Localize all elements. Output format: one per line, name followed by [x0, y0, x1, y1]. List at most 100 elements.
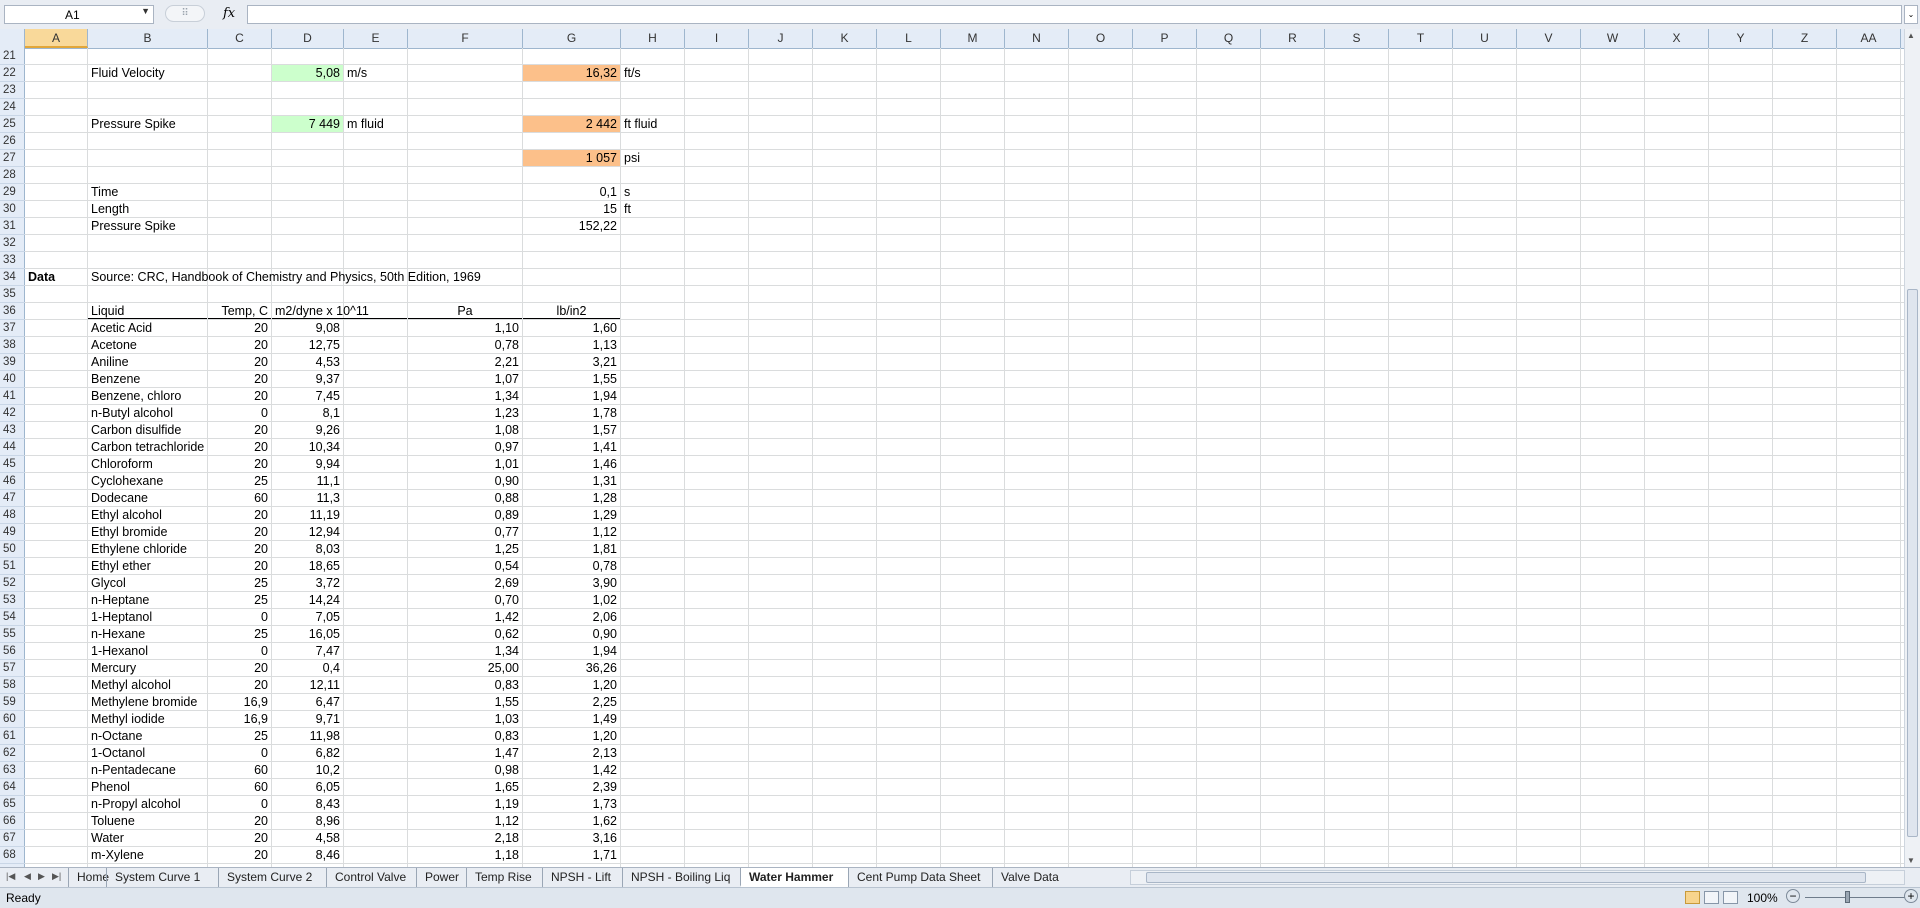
page-break-view-button[interactable]	[1723, 891, 1738, 904]
column-header-e[interactable]: E	[344, 29, 408, 48]
column-header-d[interactable]: D	[272, 29, 344, 48]
column-header-c[interactable]: C	[208, 29, 272, 48]
row-header-45[interactable]: 45	[0, 456, 25, 473]
sheet-tab-control-valve[interactable]: Control Valve	[326, 868, 416, 887]
sheet-tab-system-curve-1[interactable]: System Curve 1	[106, 868, 218, 887]
zoom-slider-handle[interactable]	[1845, 891, 1850, 903]
row-header-24[interactable]: 24	[0, 99, 25, 116]
row-header-23[interactable]: 23	[0, 82, 25, 99]
row-header-37[interactable]: 37	[0, 320, 25, 337]
column-header-z[interactable]: Z	[1773, 29, 1837, 48]
select-all-corner[interactable]	[0, 29, 25, 48]
vertical-scrollbar[interactable]: ▲ ▼	[1904, 29, 1920, 867]
normal-view-button[interactable]	[1685, 891, 1700, 904]
row-header-50[interactable]: 50	[0, 541, 25, 558]
column-header-aa[interactable]: AA	[1837, 29, 1901, 48]
column-header-k[interactable]: K	[813, 29, 877, 48]
row-header-49[interactable]: 49	[0, 524, 25, 541]
vertical-scroll-thumb[interactable]	[1907, 289, 1918, 837]
row-header-55[interactable]: 55	[0, 626, 25, 643]
column-header-b[interactable]: B	[88, 29, 208, 48]
sheet-tab-system-curve-2[interactable]: System Curve 2	[218, 868, 326, 887]
column-header-u[interactable]: U	[1453, 29, 1517, 48]
row-header-51[interactable]: 51	[0, 558, 25, 575]
column-header-l[interactable]: L	[877, 29, 941, 48]
row-header-48[interactable]: 48	[0, 507, 25, 524]
row-header-59[interactable]: 59	[0, 694, 25, 711]
column-header-i[interactable]: I	[685, 29, 749, 48]
row-header-54[interactable]: 54	[0, 609, 25, 626]
row-header-21[interactable]: 21	[0, 48, 25, 65]
column-header-t[interactable]: T	[1389, 29, 1453, 48]
column-header-w[interactable]: W	[1581, 29, 1645, 48]
row-header-38[interactable]: 38	[0, 337, 25, 354]
row-header-58[interactable]: 58	[0, 677, 25, 694]
zoom-out-button[interactable]: −	[1786, 889, 1800, 903]
column-header-x[interactable]: X	[1645, 29, 1709, 48]
row-header-33[interactable]: 33	[0, 252, 25, 269]
cell-area[interactable]: Fluid Velocity 5,08 m/s 16,32 ft/s Pressure S…	[25, 48, 1904, 867]
sheet-tab-cent-pump-data-sheet[interactable]: Cent Pump Data Sheet	[848, 868, 992, 887]
row-header-29[interactable]: 29	[0, 184, 25, 201]
row-header-25[interactable]: 25	[0, 116, 25, 133]
row-header-32[interactable]: 32	[0, 235, 25, 252]
column-header-j[interactable]: J	[749, 29, 813, 48]
zoom-slider[interactable]	[1805, 897, 1905, 898]
prev-sheet-icon[interactable]: ◀	[24, 871, 31, 882]
last-sheet-icon[interactable]: ▶|	[52, 871, 61, 882]
row-header-43[interactable]: 43	[0, 422, 25, 439]
row-header-30[interactable]: 30	[0, 201, 25, 218]
horizontal-scroll-thumb[interactable]	[1146, 872, 1866, 883]
horizontal-scrollbar[interactable]	[1130, 870, 1905, 885]
row-header-61[interactable]: 61	[0, 728, 25, 745]
row-header-66[interactable]: 66	[0, 813, 25, 830]
column-header-g[interactable]: G	[523, 29, 621, 48]
row-header-65[interactable]: 65	[0, 796, 25, 813]
row-header-46[interactable]: 46	[0, 473, 25, 490]
row-header-22[interactable]: 22	[0, 65, 25, 82]
sheet-tab-npsh-boiling-liq[interactable]: NPSH - Boiling Liq	[622, 868, 740, 887]
sheet-tab-valve-data[interactable]: Valve Data	[992, 868, 1070, 887]
page-layout-view-button[interactable]	[1704, 891, 1719, 904]
row-header-67[interactable]: 67	[0, 830, 25, 847]
sheet-tab-home[interactable]: Home	[68, 868, 109, 887]
row-header-26[interactable]: 26	[0, 133, 25, 150]
row-header-31[interactable]: 31	[0, 218, 25, 235]
row-header-64[interactable]: 64	[0, 779, 25, 796]
expand-formula-bar-button[interactable]: ⌄	[1904, 5, 1918, 24]
row-header-60[interactable]: 60	[0, 711, 25, 728]
sheet-tab-water-hammer[interactable]: Water Hammer	[740, 868, 848, 887]
zoom-level[interactable]: 100%	[1747, 891, 1778, 905]
row-header-53[interactable]: 53	[0, 592, 25, 609]
column-header-y[interactable]: Y	[1709, 29, 1773, 48]
row-header-34[interactable]: 34	[0, 269, 25, 286]
row-header-68[interactable]: 68	[0, 847, 25, 864]
next-sheet-icon[interactable]: ▶	[38, 871, 45, 882]
row-header-52[interactable]: 52	[0, 575, 25, 592]
formula-input[interactable]	[247, 5, 1902, 24]
row-header-44[interactable]: 44	[0, 439, 25, 456]
sheet-tab-npsh-lift[interactable]: NPSH - Lift	[542, 868, 622, 887]
row-header-27[interactable]: 27	[0, 150, 25, 167]
column-header-n[interactable]: N	[1005, 29, 1069, 48]
first-sheet-icon[interactable]: |◀	[6, 871, 15, 882]
cancel-entry-button[interactable]: ⠿	[165, 5, 205, 22]
row-header-42[interactable]: 42	[0, 405, 25, 422]
column-header-v[interactable]: V	[1517, 29, 1581, 48]
column-header-o[interactable]: O	[1069, 29, 1133, 48]
zoom-in-button[interactable]: +	[1904, 889, 1918, 903]
column-header-h[interactable]: H	[621, 29, 685, 48]
column-header-s[interactable]: S	[1325, 29, 1389, 48]
column-header-q[interactable]: Q	[1197, 29, 1261, 48]
row-header-28[interactable]: 28	[0, 167, 25, 184]
scroll-down-icon[interactable]: ▼	[1907, 856, 1915, 865]
scroll-up-icon[interactable]: ▲	[1907, 31, 1915, 40]
insert-function-icon[interactable]: fx	[223, 6, 235, 21]
row-header-63[interactable]: 63	[0, 762, 25, 779]
row-header-56[interactable]: 56	[0, 643, 25, 660]
column-header-m[interactable]: M	[941, 29, 1005, 48]
row-header-40[interactable]: 40	[0, 371, 25, 388]
sheet-tab-power[interactable]: Power	[416, 868, 466, 887]
row-header-39[interactable]: 39	[0, 354, 25, 371]
chevron-down-icon[interactable]: ▼	[141, 6, 150, 16]
